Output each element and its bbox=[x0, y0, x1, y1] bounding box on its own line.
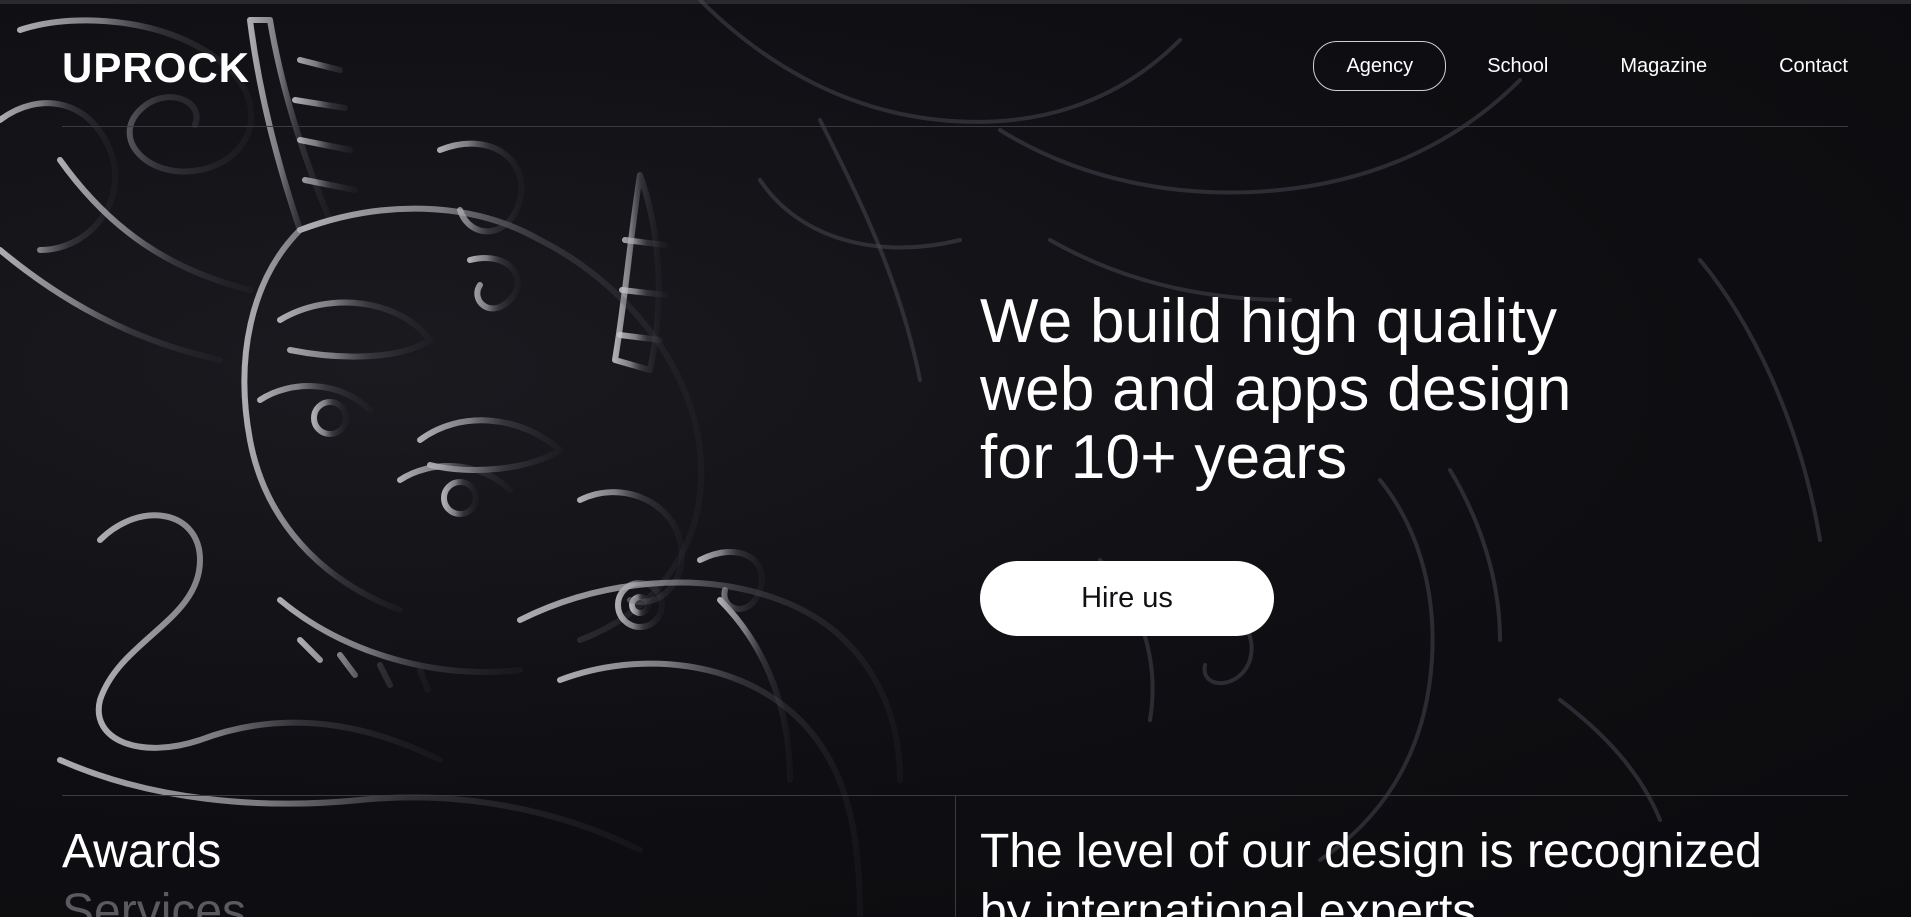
section-list-item-services[interactable]: Services bbox=[62, 882, 246, 917]
section-list-item-awards[interactable]: Awards bbox=[62, 822, 246, 882]
hero-title: We build high quality web and apps desig… bbox=[980, 288, 1780, 492]
header-divider bbox=[62, 126, 1848, 127]
nav-item-school[interactable]: School bbox=[1456, 41, 1579, 91]
nav-item-magazine[interactable]: Magazine bbox=[1589, 41, 1738, 91]
nav-item-agency[interactable]: Agency bbox=[1313, 41, 1447, 91]
hire-us-button[interactable]: Hire us bbox=[980, 561, 1274, 636]
nav-item-contact[interactable]: Contact bbox=[1748, 41, 1849, 91]
section-heading-line: The level of our design is recognized bbox=[980, 825, 1762, 878]
hero-title-line: We build high quality bbox=[980, 287, 1558, 356]
section-heading-line: by international experts bbox=[980, 885, 1477, 917]
main-nav: Agency School Magazine Contact bbox=[1303, 41, 1849, 91]
hero-title-line: for 10+ years bbox=[980, 423, 1348, 492]
hero-title-line: web and apps design bbox=[980, 355, 1572, 424]
page: UPROCK Agency School Magazine Contact We… bbox=[0, 0, 1911, 917]
section-column-divider bbox=[955, 796, 956, 917]
section-heading: The level of our design is recognized by… bbox=[980, 822, 1840, 917]
logo-text: UPROCK bbox=[62, 46, 250, 88]
uprock-logo[interactable]: UPROCK bbox=[62, 46, 262, 88]
section-list: Awards Services bbox=[62, 822, 246, 917]
